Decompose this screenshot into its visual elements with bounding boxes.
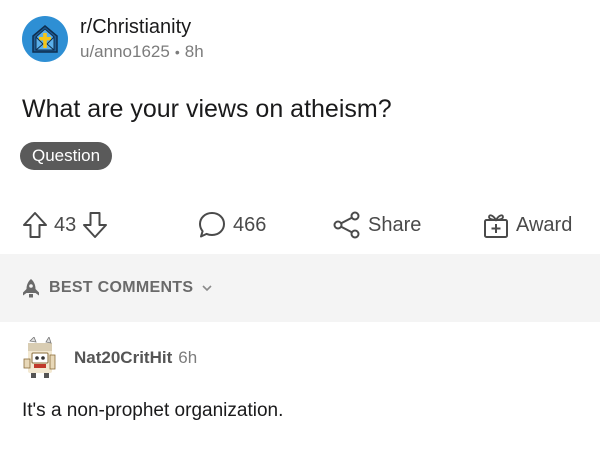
sort-dropdown[interactable]: BEST COMMENTS — [20, 277, 213, 299]
comment-count: 466 — [233, 213, 267, 236]
subreddit-name[interactable]: r/Christianity — [80, 15, 204, 39]
share-label: Share — [368, 213, 422, 236]
vote-count: 43 — [54, 213, 77, 236]
post-flair[interactable]: Question — [20, 142, 113, 170]
comment-age: 6h — [178, 348, 198, 367]
post-author[interactable]: u/anno1625 — [80, 41, 170, 63]
user-avatar[interactable] — [20, 337, 60, 379]
comment: Nat20CritHit 6h It's a non-prophet organ… — [0, 322, 600, 452]
award-button[interactable]: Award — [482, 204, 578, 246]
post-card: r/Christianity u/anno1625 • 8h What are … — [0, 0, 600, 452]
award-icon — [482, 210, 510, 240]
comment-body: It's a non-prophet organization. — [22, 400, 284, 421]
upvote-icon[interactable] — [22, 211, 48, 239]
comment-icon — [197, 210, 227, 240]
chevron-down-icon — [201, 283, 213, 293]
post-header: r/Christianity u/anno1625 • 8h — [22, 14, 204, 64]
comment-sort-bar[interactable]: BEST COMMENTS — [0, 254, 600, 322]
comment-author[interactable]: Nat20CritHit — [74, 348, 172, 368]
sort-label: BEST COMMENTS — [49, 279, 194, 296]
post-title[interactable]: What are your views on atheism? — [22, 93, 392, 125]
post-action-bar: 43 466 Share Award — [0, 204, 600, 246]
award-label: Award — [516, 213, 573, 236]
share-button[interactable]: Share — [332, 204, 427, 246]
post-age: 8h — [184, 42, 204, 61]
share-icon — [332, 210, 362, 240]
post-meta: r/Christianity u/anno1625 • 8h — [80, 15, 204, 63]
vote-control: 43 — [22, 204, 108, 246]
separator-dot: • — [174, 44, 180, 60]
post-info: u/anno1625 • 8h — [80, 41, 204, 63]
subreddit-icon[interactable] — [22, 16, 68, 62]
downvote-icon[interactable] — [82, 211, 108, 239]
sort-rocket-icon — [20, 277, 42, 299]
comments-button[interactable]: 466 — [197, 204, 272, 246]
comment-header: Nat20CritHit 6h — [20, 336, 197, 380]
